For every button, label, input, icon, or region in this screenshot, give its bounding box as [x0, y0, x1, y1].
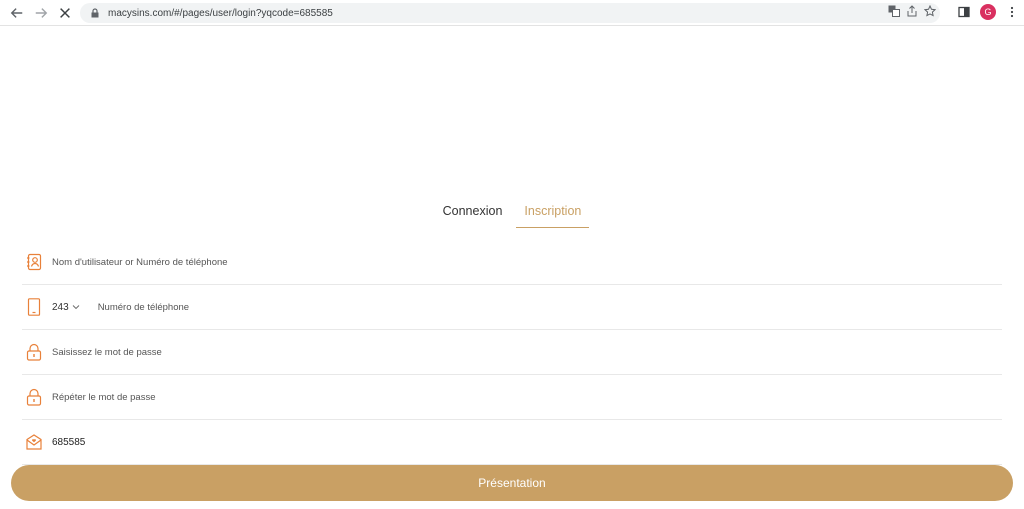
password-input[interactable]: [52, 346, 652, 358]
forward-icon[interactable]: [30, 2, 52, 24]
submit-button[interactable]: Présentation: [11, 465, 1013, 501]
menu-kebab-icon[interactable]: [1006, 6, 1018, 18]
bookmark-star-icon[interactable]: [924, 5, 936, 17]
back-icon[interactable]: [6, 2, 28, 24]
contact-card-icon: [26, 253, 42, 271]
country-code-select[interactable]: 243: [52, 302, 80, 313]
tab-connexion[interactable]: Connexion: [435, 200, 511, 228]
share-icon[interactable]: [906, 5, 918, 17]
password-row: [22, 330, 1002, 375]
confirm-password-row: [22, 375, 1002, 420]
stop-loading-icon[interactable]: [54, 2, 76, 24]
padlock-icon: [26, 388, 42, 406]
username-row: [22, 240, 1002, 285]
browser-toolbar: macysins.com/#/pages/user/login?yqcode=6…: [0, 0, 1024, 26]
registration-form: 243: [22, 240, 1002, 465]
chevron-down-icon: [72, 305, 80, 310]
confirm-password-input[interactable]: [52, 391, 652, 403]
padlock-icon: [26, 343, 42, 361]
phone-input[interactable]: [97, 301, 698, 313]
mobile-phone-icon: [26, 298, 42, 316]
username-input[interactable]: [52, 256, 652, 268]
side-panel-icon[interactable]: [958, 6, 970, 18]
tab-inscription[interactable]: Inscription: [516, 200, 590, 228]
address-bar[interactable]: macysins.com/#/pages/user/login?yqcode=6…: [80, 3, 940, 23]
translate-icon[interactable]: [888, 5, 900, 17]
profile-avatar[interactable]: G: [980, 4, 996, 20]
invite-code-input[interactable]: [52, 436, 652, 448]
invite-code-row: [22, 420, 1002, 465]
phone-row: 243: [22, 285, 1002, 330]
mail-heart-icon: [26, 433, 42, 451]
country-code-value: 243: [52, 301, 69, 313]
url-text: macysins.com/#/pages/user/login?yqcode=6…: [108, 7, 333, 19]
lock-icon: [91, 8, 99, 18]
auth-tabs: Connexion Inscription: [0, 200, 1024, 228]
